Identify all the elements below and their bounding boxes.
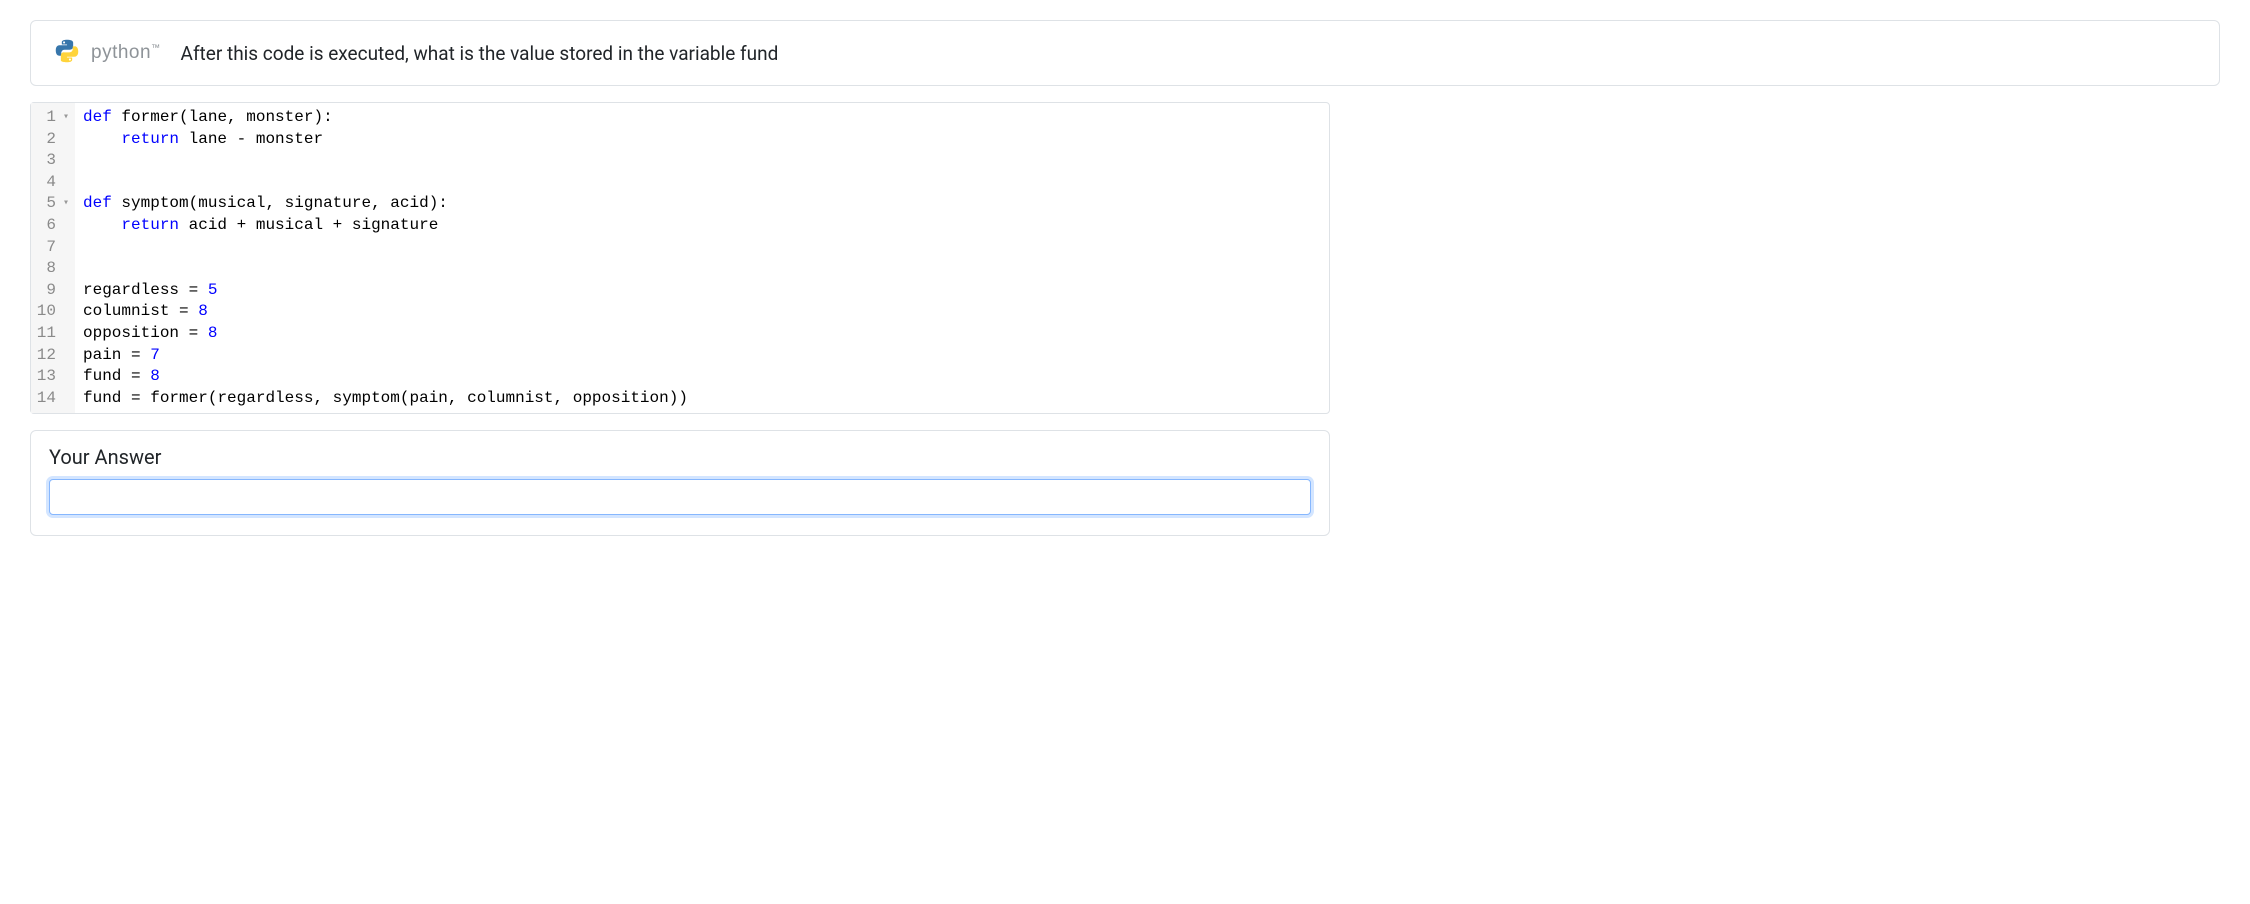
answer-input[interactable] xyxy=(49,479,1311,515)
line-number: 7 xyxy=(35,237,69,259)
line-number: 1▾ xyxy=(35,107,69,129)
line-number: 13 xyxy=(35,366,69,388)
python-logo-icon xyxy=(55,39,79,67)
code-line: columnist = 8 xyxy=(83,301,1321,323)
code-line: def former(lane, monster): xyxy=(83,107,1321,129)
answer-label: Your Answer xyxy=(49,445,1311,469)
line-number: 5▾ xyxy=(35,193,69,215)
fold-arrow-icon[interactable]: ▾ xyxy=(59,197,69,211)
code-line: return acid + musical + signature xyxy=(83,215,1321,237)
line-number: 9 xyxy=(35,280,69,302)
code-line: def symptom(musical, signature, acid): xyxy=(83,193,1321,215)
code-line xyxy=(83,172,1321,194)
line-number: 2 xyxy=(35,129,69,151)
line-number: 11 xyxy=(35,323,69,345)
line-number: 8 xyxy=(35,258,69,280)
code-editor: 1▾2 3 4 5▾6 7 8 9 10 11 12 13 14 def for… xyxy=(30,102,1330,414)
language-label: python™ xyxy=(91,42,161,64)
question-text: After this code is executed, what is the… xyxy=(181,42,779,65)
code-gutter: 1▾2 3 4 5▾6 7 8 9 10 11 12 13 14 xyxy=(31,103,75,413)
code-line: fund = 8 xyxy=(83,366,1321,388)
line-number: 14 xyxy=(35,388,69,410)
line-number: 12 xyxy=(35,345,69,367)
code-line xyxy=(83,237,1321,259)
code-line: opposition = 8 xyxy=(83,323,1321,345)
fold-arrow-icon[interactable]: ▾ xyxy=(59,111,69,125)
code-line: pain = 7 xyxy=(83,345,1321,367)
line-number: 3 xyxy=(35,150,69,172)
code-line: fund = former(regardless, symptom(pain, … xyxy=(83,388,1321,410)
code-line xyxy=(83,150,1321,172)
line-number: 6 xyxy=(35,215,69,237)
question-card: python™ After this code is executed, wha… xyxy=(30,20,2220,86)
code-line: regardless = 5 xyxy=(83,280,1321,302)
code-line: return lane - monster xyxy=(83,129,1321,151)
code-body[interactable]: def former(lane, monster): return lane -… xyxy=(75,103,1329,413)
line-number: 10 xyxy=(35,301,69,323)
code-line xyxy=(83,258,1321,280)
answer-card: Your Answer xyxy=(30,430,1330,536)
line-number: 4 xyxy=(35,172,69,194)
